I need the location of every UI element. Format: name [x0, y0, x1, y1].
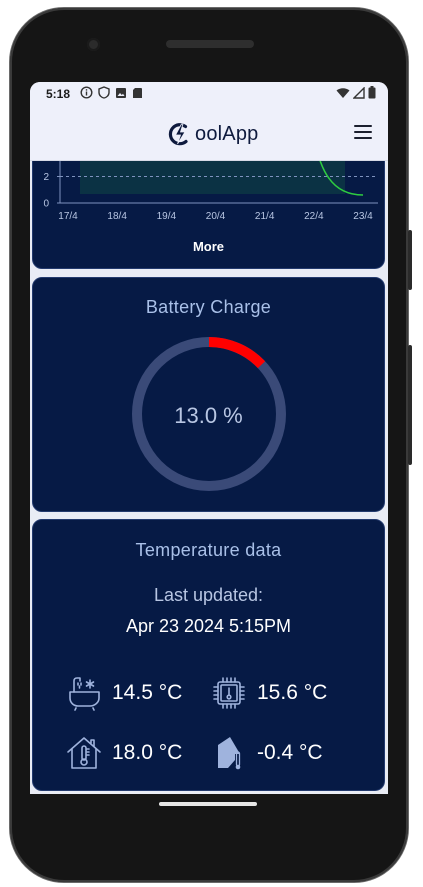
volume-button	[408, 345, 412, 465]
water-temperature-reading: 14.5 °C	[66, 675, 182, 711]
info-icon	[80, 86, 93, 99]
x-tick-label: 18/4	[107, 211, 127, 222]
lightning-c-logo	[168, 123, 188, 146]
front-camera	[87, 38, 100, 51]
device-temperature-reading: 15.6 °C	[211, 675, 327, 711]
outdoor-thermometer-icon	[218, 737, 241, 770]
x-tick-label: 19/4	[157, 211, 177, 222]
water-temperature-value: 14.5 °C	[112, 681, 183, 704]
temperature-card: Temperature data Last updated: Apr 23 20…	[32, 519, 385, 791]
screen: 5:18 oolApp 0 2 17/4 18/4 19/4 20/4 21/4…	[30, 82, 388, 794]
shield-icon	[98, 86, 110, 99]
battery-icon	[368, 86, 376, 99]
sim-icon	[133, 87, 142, 98]
app-bar: oolApp	[30, 106, 388, 161]
x-tick-label: 20/4	[206, 211, 226, 222]
y-tick-label: 2	[43, 172, 49, 183]
status-right-icons	[336, 86, 376, 99]
wifi-icon	[336, 87, 350, 98]
app-title: oolApp	[195, 122, 259, 145]
battery-card: Battery Charge 13.0 %	[32, 277, 385, 512]
more-button[interactable]: More	[33, 239, 384, 254]
y-tick-label: 0	[43, 199, 49, 210]
device-temperature-value: 15.6 °C	[257, 681, 328, 704]
x-tick-label: 23/4	[353, 211, 373, 222]
history-chart: 02417/418/419/420/421/422/423/4	[43, 161, 378, 222]
power-button	[408, 230, 412, 290]
menu-line	[354, 137, 372, 139]
status-bar: 5:18	[30, 82, 388, 106]
indoor-temperature-reading: 18.0 °C	[66, 735, 182, 771]
navigation-bar	[30, 794, 388, 814]
app-logo[interactable]: oolApp	[166, 120, 258, 148]
x-tick-label: 22/4	[304, 211, 324, 222]
chart-plot-band	[80, 161, 345, 194]
last-updated-value: Apr 23 2024 5:15PM	[125, 616, 292, 636]
speaker-grill	[166, 40, 254, 48]
temperature-card-title: Temperature data	[135, 540, 282, 560]
last-updated-label: Last updated:	[153, 585, 264, 605]
outdoor-temperature-reading: -0.4 °C	[211, 735, 323, 771]
battery-gauge	[132, 337, 286, 491]
menu-line	[354, 131, 372, 133]
status-icons	[80, 86, 143, 99]
chip-thermometer-icon	[213, 677, 245, 709]
status-time: 5:18	[46, 87, 71, 101]
x-tick-label: 21/4	[255, 211, 275, 222]
hamburger-menu-button[interactable]	[354, 125, 372, 139]
x-tick-label: 17/4	[58, 211, 78, 222]
signal-icon	[353, 86, 365, 99]
indoor-temperature-value: 18.0 °C	[112, 741, 183, 764]
water-tank-snowflake-icon	[69, 677, 100, 711]
house-thermometer-icon	[67, 737, 101, 769]
image-icon	[116, 87, 126, 98]
history-card: 02417/418/419/420/421/422/423/4 More	[32, 161, 385, 269]
battery-percentage: 13.0 %	[174, 403, 243, 428]
home-gesture-handle[interactable]	[159, 802, 257, 806]
menu-line	[354, 125, 372, 127]
gauge-fill-arc	[208, 337, 266, 369]
content-scroll[interactable]: 02417/418/419/420/421/422/423/4 More Bat…	[30, 161, 388, 794]
outdoor-temperature-value: -0.4 °C	[257, 741, 323, 764]
